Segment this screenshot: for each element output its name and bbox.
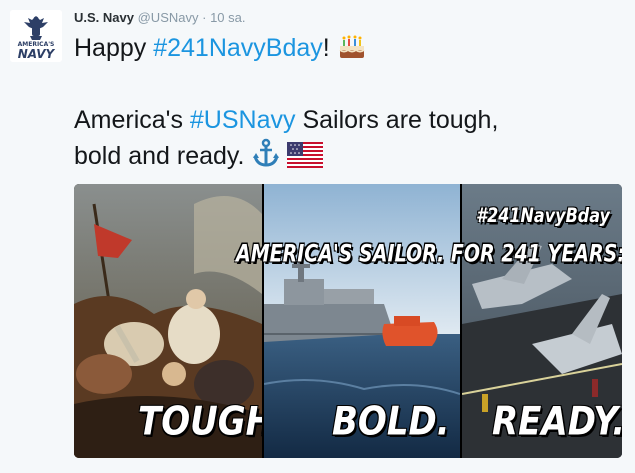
us-navy-logo-icon: AMERICA'S NAVY: [10, 10, 62, 62]
us-flag-icon: [286, 142, 323, 178]
tweet-media-image[interactable]: TOUGH. BOLD.: [74, 184, 622, 458]
media-hashtag-overlay: #241NavyBday: [476, 204, 610, 227]
panel-word-ready: READY.: [492, 399, 622, 445]
author-name[interactable]: U.S. Navy: [74, 10, 134, 25]
media-panel-bold: BOLD.: [264, 184, 460, 458]
text-plain-1: Happy: [74, 34, 154, 62]
tweet-line-2: America's #USNavy Sailors are tough,: [74, 102, 624, 138]
media-panel-tough: TOUGH.: [74, 184, 262, 458]
text-end-2: Sailors are tough,: [295, 106, 499, 134]
birthday-cake-icon: [336, 30, 368, 70]
text-line-3: bold and ready.: [74, 142, 245, 170]
hashtag-usnavy[interactable]: #USNavy: [190, 106, 296, 134]
avatar[interactable]: AMERICA'S NAVY: [10, 10, 62, 62]
tweet-header: U.S. Navy @USNavy · 10 sa.: [74, 9, 246, 27]
anchor-icon: [251, 138, 281, 178]
tweet-line-1: Happy #241NavyBday!: [74, 30, 624, 70]
header-separator: ·: [202, 10, 207, 25]
author-handle[interactable]: @USNavy: [138, 10, 199, 25]
tweet-timestamp[interactable]: 10 sa.: [210, 10, 245, 25]
panel-word-bold: BOLD.: [332, 399, 450, 445]
tweet-line-3: bold and ready.: [74, 138, 624, 178]
text-plain-2: America's: [74, 106, 190, 134]
panel-word-tough: TOUGH.: [138, 399, 262, 445]
avatar-text-bottom: NAVY: [18, 47, 56, 61]
media-banner: AMERICA'S SAILOR. FOR 241 YEARS:: [236, 240, 622, 268]
tweet-text: Happy #241NavyBday! America's #USNavy Sa…: [74, 30, 624, 178]
hashtag-241navybday[interactable]: #241NavyBday: [153, 34, 323, 62]
text-end-1: !: [322, 34, 330, 62]
